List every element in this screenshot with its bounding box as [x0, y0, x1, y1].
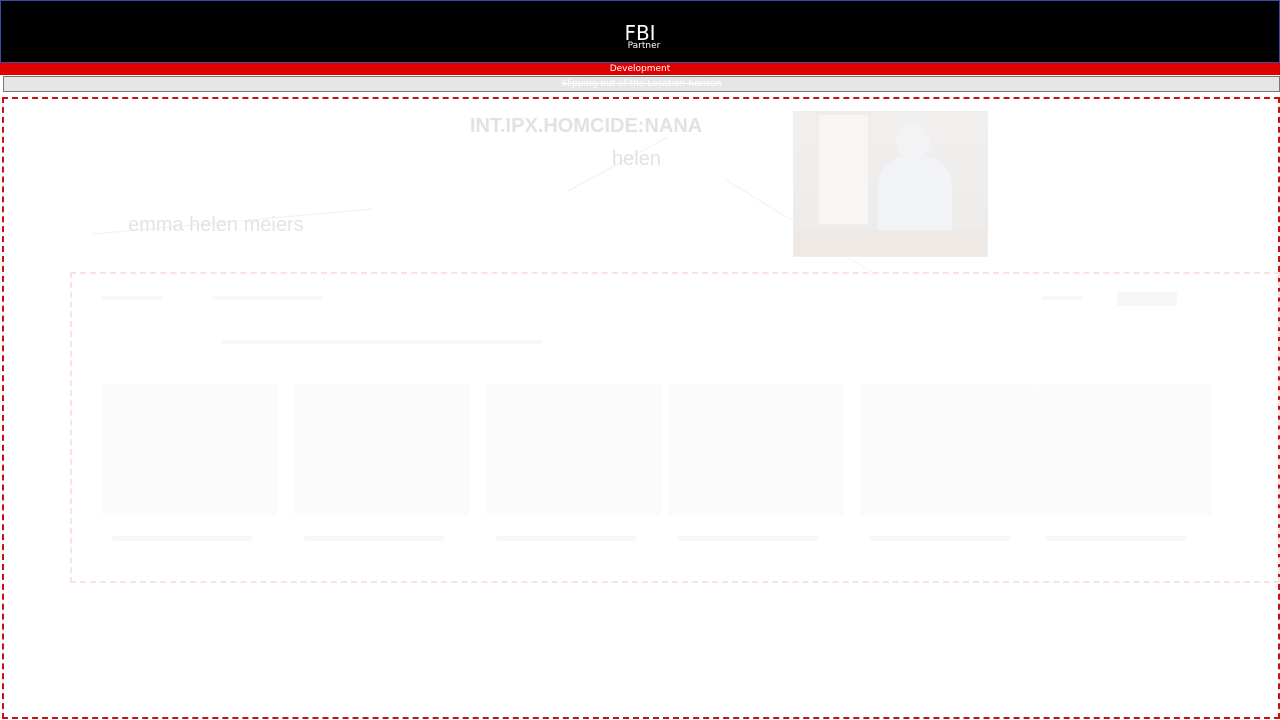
preview-thumbnail [1036, 384, 1212, 516]
ghost-text [102, 296, 162, 300]
photo-window [816, 112, 871, 227]
photo-figure-head [896, 124, 930, 160]
link-photo-to-embed [847, 257, 873, 273]
preview-caption [112, 536, 252, 541]
portrait-photo-node[interactable] [793, 111, 988, 257]
preview-thumbnail [102, 384, 278, 516]
ghost-text [1042, 296, 1082, 300]
preview-thumbnail [860, 384, 1036, 516]
person-name-node[interactable]: helen [612, 148, 661, 171]
preview-caption [678, 536, 818, 541]
preview-caption [304, 536, 444, 541]
ghost-text [222, 340, 542, 344]
embedded-page-preview[interactable] [70, 272, 1280, 583]
photo-floor [794, 230, 987, 256]
ghost-text [212, 296, 322, 300]
case-title-node[interactable]: INT.IPX.HOMCIDE:NANA [470, 115, 702, 138]
preview-thumbnail [668, 384, 844, 516]
link-person-to-photo [725, 179, 796, 223]
preview-caption [496, 536, 636, 541]
preview-caption [1046, 536, 1186, 541]
preview-thumbnail [486, 384, 662, 516]
related-name-node[interactable]: emma helen meiers [128, 214, 304, 237]
preview-thumbnail [294, 384, 470, 516]
ghost-button [1117, 292, 1177, 306]
preview-caption [870, 536, 1010, 541]
